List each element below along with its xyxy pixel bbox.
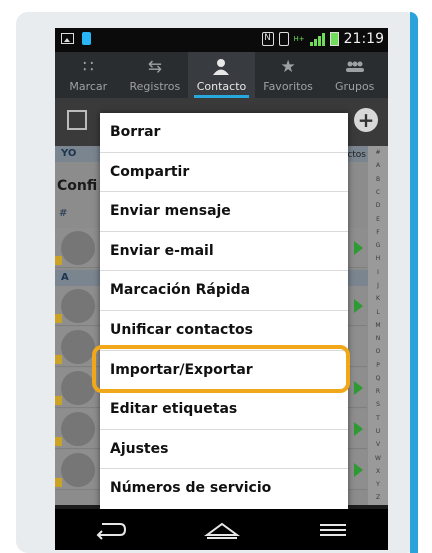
group-icon: [321, 55, 388, 79]
tab-grupos[interactable]: Grupos: [321, 52, 388, 98]
alphabet-letter[interactable]: Y: [376, 481, 380, 488]
menu-icon: [319, 523, 346, 536]
contacts-tab-bar: ∷ Marcar ⇆ Registros Contacto ★ Favorito…: [55, 52, 388, 98]
alphabet-index[interactable]: # A B C D E F G H I J K L M N O P Q R S T U V W X Y Z: [368, 146, 388, 505]
menu-item-compartir[interactable]: Compartir: [100, 153, 348, 193]
call-indicator-icon: [354, 299, 363, 313]
tab-label: Grupos: [334, 80, 375, 93]
alphabet-letter[interactable]: H: [376, 255, 381, 262]
hash-header: #: [59, 208, 68, 219]
alphabet-letter[interactable]: W: [375, 455, 381, 462]
call-indicator-icon: [354, 381, 363, 395]
avatar-badge: [55, 478, 62, 487]
menu-item-editar-etiquetas[interactable]: Editar etiquetas: [100, 390, 348, 430]
alphabet-letter[interactable]: E: [376, 216, 380, 223]
profile-config-text: Confi: [57, 178, 98, 194]
tab-contacto[interactable]: Contacto: [188, 52, 255, 98]
add-contact-button[interactable]: +: [354, 108, 378, 132]
tab-label: Favoritos: [263, 80, 313, 93]
avatar-badge: [55, 355, 62, 364]
battery-icon: [329, 32, 339, 46]
signal-icon: [309, 32, 325, 46]
home-icon: [203, 522, 240, 539]
menu-item-marcacion-rapida[interactable]: Marcación Rápida: [100, 271, 348, 311]
alphabet-letter[interactable]: R: [376, 388, 380, 395]
contacts-count-fragment: ctos: [347, 150, 366, 160]
call-indicator-icon: [354, 241, 363, 255]
alphabet-letter[interactable]: K: [376, 295, 380, 302]
avatar: [61, 330, 95, 364]
avatar: [61, 412, 95, 446]
alphabet-letter[interactable]: M: [375, 322, 380, 329]
tab-marcar[interactable]: ∷ Marcar: [55, 52, 122, 98]
alphabet-letter[interactable]: I: [377, 269, 379, 276]
menu-item-enviar-mensaje[interactable]: Enviar mensaje: [100, 192, 348, 232]
tab-label: Contacto: [196, 80, 247, 93]
menu-item-ajustes[interactable]: Ajustes: [100, 430, 348, 470]
avatar: [61, 231, 95, 265]
tab-label: Marcar: [69, 80, 108, 93]
alphabet-letter[interactable]: J: [377, 282, 379, 289]
card-accent-edge: [410, 12, 418, 553]
alphabet-letter[interactable]: Q: [376, 375, 381, 382]
avatar-badge: [55, 396, 62, 405]
alphabet-letter[interactable]: S: [376, 401, 380, 408]
alphabet-letter[interactable]: V: [376, 441, 380, 448]
highlight-box: [92, 345, 350, 393]
navigation-bar: [55, 509, 388, 550]
alphabet-letter[interactable]: N: [376, 335, 381, 342]
alphabet-letter[interactable]: B: [376, 176, 380, 183]
back-button[interactable]: [81, 515, 141, 545]
alphabet-letter[interactable]: T: [376, 415, 380, 422]
call-indicator-icon: [354, 422, 363, 436]
qr-icon[interactable]: [67, 110, 87, 130]
menu-item-enviar-e-mail[interactable]: Enviar e-mail: [100, 232, 348, 272]
status-time: 21:19: [343, 31, 384, 47]
alphabet-letter[interactable]: D: [376, 202, 381, 209]
alphabet-letter[interactable]: Z: [376, 494, 380, 501]
nfc-icon: N: [261, 32, 274, 46]
image-notification-icon: [61, 33, 74, 44]
star-icon: ★: [280, 57, 296, 77]
alphabet-letter[interactable]: G: [376, 242, 381, 249]
call-log-icon: ⇆: [147, 57, 163, 77]
alphabet-letter[interactable]: O: [376, 348, 381, 355]
tab-label: Registros: [129, 80, 181, 93]
tab-registros[interactable]: ⇆ Registros: [122, 52, 189, 98]
avatar-badge: [55, 256, 62, 265]
alphabet-letter[interactable]: #: [375, 149, 380, 156]
options-menu: Borrar Compartir Enviar mensaje Enviar e-ma…: [100, 113, 348, 509]
avatar: [61, 289, 95, 323]
person-icon: [188, 55, 255, 79]
alphabet-letter[interactable]: F: [376, 229, 379, 236]
phone-screen: N H+ 21:19 ∷ Marcar ⇆ Registros Contacto…: [55, 28, 388, 550]
network-type-icon: H+: [293, 34, 305, 43]
status-bar: N H+ 21:19: [55, 28, 388, 52]
alphabet-letter[interactable]: C: [376, 189, 380, 196]
menu-item-numeros-de-servicio[interactable]: Números de servicio: [100, 469, 348, 509]
vibrate-icon: [278, 32, 289, 46]
avatar-badge: [55, 314, 62, 323]
back-icon: [96, 522, 126, 540]
alphabet-letter[interactable]: L: [376, 309, 379, 316]
avatar: [61, 371, 95, 405]
dialpad-icon: ∷: [82, 57, 94, 77]
call-indicator-icon: [354, 463, 363, 477]
avatar-badge: [55, 437, 62, 446]
lock-notification-icon: [82, 32, 91, 45]
menu-item-borrar[interactable]: Borrar: [100, 113, 348, 153]
menu-button[interactable]: [303, 515, 363, 545]
avatar: [61, 453, 95, 487]
alphabet-letter[interactable]: U: [376, 428, 380, 435]
alphabet-letter[interactable]: X: [376, 468, 380, 475]
home-button[interactable]: [192, 515, 252, 545]
alphabet-letter[interactable]: A: [376, 162, 380, 169]
tab-favoritos[interactable]: ★ Favoritos: [255, 52, 322, 98]
alphabet-letter[interactable]: P: [376, 362, 380, 369]
